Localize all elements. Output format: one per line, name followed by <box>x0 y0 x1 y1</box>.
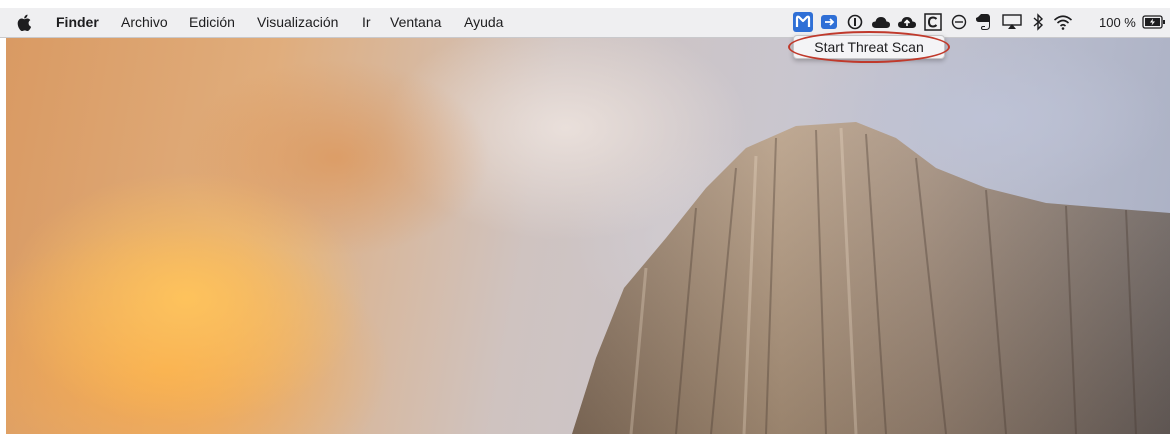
cloud-upload-icon[interactable] <box>897 12 917 32</box>
vpn-icon[interactable] <box>819 12 839 32</box>
airplay-icon[interactable] <box>1002 12 1022 32</box>
menu-ayuda[interactable]: Ayuda <box>464 8 503 37</box>
menu-ventana[interactable]: Ventana <box>390 8 441 37</box>
apple-logo-icon[interactable] <box>17 14 32 34</box>
desktop-wallpaper <box>6 38 1170 434</box>
screen: Finder Archivo Edición Visualización Ir … <box>0 0 1170 434</box>
malwarebytes-icon[interactable] <box>793 12 813 32</box>
cliff-illustration <box>572 122 1170 434</box>
cloud-icon[interactable] <box>871 12 891 32</box>
start-threat-scan-menu-item[interactable]: Start Threat Scan <box>793 35 945 59</box>
menu-bar: Finder Archivo Edición Visualización Ir … <box>0 8 1170 38</box>
menu-finder[interactable]: Finder <box>56 8 99 37</box>
menu-visualizacion[interactable]: Visualización <box>257 8 338 37</box>
menu-ir[interactable]: Ir <box>362 8 371 37</box>
battery-charging-icon[interactable] <box>1142 12 1166 32</box>
battery-percentage[interactable]: 100 % <box>1099 8 1136 37</box>
window-top-strip <box>0 0 1170 8</box>
bluetooth-icon[interactable] <box>1028 12 1048 32</box>
menu-archivo[interactable]: Archivo <box>121 8 168 37</box>
menu-edicion[interactable]: Edición <box>189 8 235 37</box>
wifi-icon[interactable] <box>1053 12 1073 32</box>
onepassword-icon[interactable] <box>845 12 865 32</box>
do-not-disturb-icon[interactable] <box>949 12 969 32</box>
evernote-icon[interactable] <box>973 12 993 32</box>
c-app-icon[interactable] <box>923 12 943 32</box>
